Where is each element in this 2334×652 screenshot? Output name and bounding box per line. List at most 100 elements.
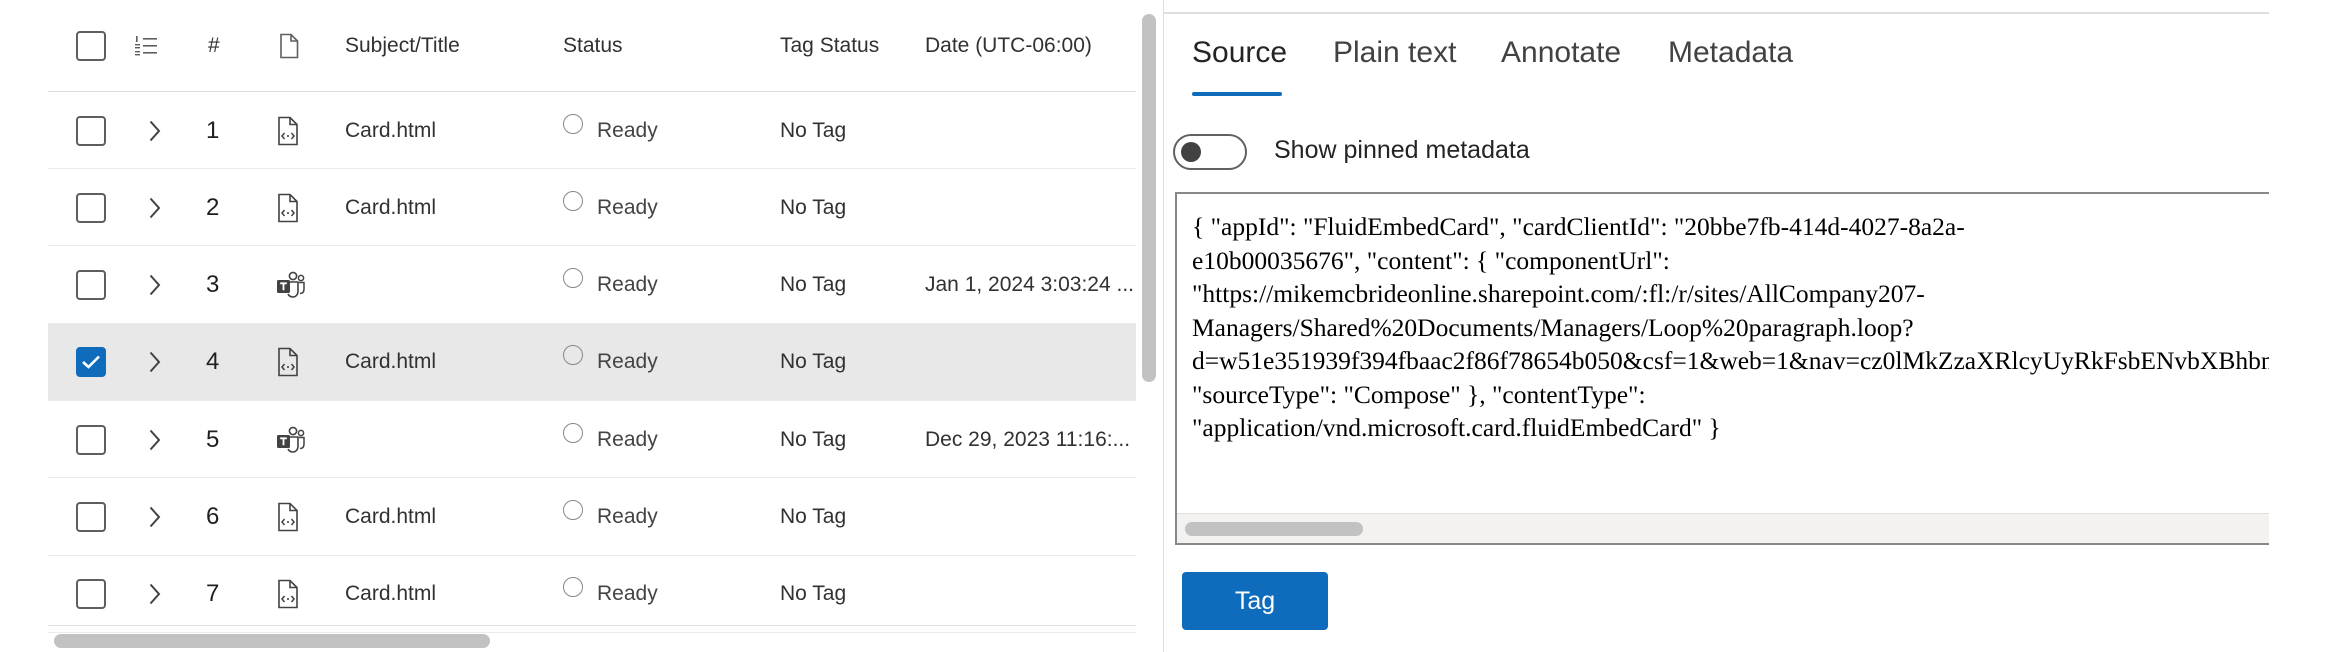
column-header-number[interactable]: # <box>208 0 220 92</box>
row-status-text: Ready <box>597 273 658 297</box>
row-checkbox-cell[interactable] <box>76 247 106 324</box>
tab-plain-text[interactable]: Plain text <box>1333 36 1456 96</box>
chevron-right-icon[interactable] <box>148 401 162 478</box>
table-row[interactable]: 6 Card.html Ready No Tag <box>48 479 1136 556</box>
row-subject: Card.html <box>345 582 437 606</box>
row-status: Ready <box>563 324 658 401</box>
row-checkbox[interactable] <box>76 424 106 455</box>
row-tag-status: No Tag <box>780 350 847 374</box>
document-icon[interactable] <box>278 0 300 92</box>
row-number: 6 <box>206 503 220 530</box>
row-status: Ready <box>563 247 658 324</box>
row-number: 4 <box>206 348 220 376</box>
show-pinned-metadata-label: Show pinned metadata <box>1274 136 1530 164</box>
chevron-right-icon[interactable] <box>148 479 162 556</box>
row-date <box>925 324 1135 401</box>
row-tag-status: No Tag <box>780 582 847 606</box>
chevron-right-icon[interactable] <box>148 247 162 324</box>
source-content: { "appId": "FluidEmbedCard", "cardClient… <box>1192 210 2269 445</box>
tab-metadata[interactable]: Metadata <box>1668 36 1793 96</box>
show-pinned-metadata-toggle[interactable] <box>1173 134 1247 170</box>
row-checkbox[interactable] <box>76 115 106 146</box>
html-file-icon <box>276 169 300 246</box>
select-all-checkbox[interactable] <box>76 31 106 61</box>
row-checkbox-cell[interactable] <box>76 479 106 556</box>
chevron-right-icon[interactable] <box>148 169 162 246</box>
table-row[interactable]: 5 Ready No Tag Dec 29, 2023 11:16:... <box>48 401 1136 479</box>
row-status-text: Ready <box>597 427 658 451</box>
source-line: "application/vnd.microsoft.card.fluidEmb… <box>1192 413 1721 442</box>
row-checkbox[interactable] <box>76 192 106 223</box>
status-circle-icon <box>563 113 583 134</box>
table-row[interactable]: 7 Card.html Ready No Tag <box>48 556 1136 633</box>
row-checkbox[interactable] <box>76 579 106 610</box>
row-date: Dec 29, 2023 11:16:... <box>925 427 1131 451</box>
tab-source[interactable]: Source <box>1192 36 1287 96</box>
list-numbered-icon[interactable] <box>134 0 158 92</box>
row-checkbox[interactable] <box>76 347 106 378</box>
row-tag-status: No Tag <box>780 505 847 528</box>
chevron-right-icon[interactable] <box>148 556 162 633</box>
row-status: Ready <box>563 556 658 633</box>
tag-button[interactable]: Tag <box>1182 572 1328 630</box>
status-circle-icon <box>563 422 583 443</box>
chevron-right-icon[interactable] <box>148 324 162 401</box>
column-header-subject[interactable]: Subject/Title <box>345 0 460 92</box>
row-checkbox-cell[interactable] <box>76 401 106 478</box>
column-header-status[interactable]: Status <box>563 0 623 92</box>
status-circle-icon <box>563 268 583 289</box>
html-file-icon <box>276 556 300 633</box>
html-file-icon <box>276 92 300 169</box>
row-checkbox[interactable] <box>76 502 106 532</box>
html-file-icon <box>276 479 300 556</box>
source-viewer[interactable]: { "appId": "FluidEmbedCard", "cardClient… <box>1175 192 2269 545</box>
html-file-icon <box>276 324 300 401</box>
column-header-date[interactable]: Date (UTC-06:00) <box>925 0 1092 92</box>
row-checkbox-cell[interactable] <box>76 169 106 246</box>
table-row[interactable]: 2 Card.html Ready No Tag <box>48 169 1136 247</box>
column-header-tag-status[interactable]: Tag Status <box>780 0 879 92</box>
row-number: 3 <box>206 271 220 299</box>
source-line: Managers/Shared%20Documents/Managers/Loo… <box>1192 312 1914 342</box>
row-checkbox-cell[interactable] <box>76 556 106 633</box>
email-grid: # Subject/Title Status Tag Status Date (… <box>48 0 1136 652</box>
row-status-text: Ready <box>597 582 658 606</box>
row-tag-status: No Tag <box>780 195 847 219</box>
status-circle-icon <box>563 190 583 211</box>
teams-icon <box>276 247 306 324</box>
row-status-text: Ready <box>597 505 658 528</box>
panel-top-divider <box>1163 12 2269 14</box>
row-status: Ready <box>563 479 658 556</box>
status-circle-icon <box>563 577 583 598</box>
row-checkbox[interactable] <box>76 270 106 301</box>
source-line: e10b00035676", "content": { "componentUr… <box>1192 245 1670 275</box>
row-number: 1 <box>206 116 220 144</box>
row-checkbox-cell[interactable] <box>76 324 106 401</box>
tab-annotate[interactable]: Annotate <box>1501 36 1621 96</box>
row-subject: Card.html <box>345 118 437 142</box>
row-number: 2 <box>206 193 220 221</box>
grid-vertical-scrollbar[interactable] <box>1142 14 1156 382</box>
source-horizontal-scrollbar-thumb[interactable] <box>1185 522 1363 536</box>
row-subject: Card.html <box>345 505 437 528</box>
row-date: Jan 1, 2024 3:03:24 ... <box>925 273 1134 297</box>
row-date <box>925 556 1135 633</box>
source-horizontal-scrollbar[interactable] <box>1177 513 2269 543</box>
grid-horizontal-scrollbar-track[interactable] <box>48 625 1136 651</box>
source-line: d=w51e351939f394fbaac2f86f78654b050&csf=… <box>1192 346 2269 375</box>
row-status: Ready <box>563 92 658 169</box>
teams-icon <box>276 401 306 478</box>
row-status-text: Ready <box>597 195 658 219</box>
table-row[interactable]: 3 Ready No Tag Jan 1, 2024 3:03:24 ... <box>48 247 1136 324</box>
row-checkbox-cell[interactable] <box>76 92 106 169</box>
grid-horizontal-scrollbar-thumb[interactable] <box>54 634 490 648</box>
row-subject <box>345 401 545 478</box>
table-row[interactable]: 1 Card.html Ready No Tag <box>48 92 1136 169</box>
chevron-right-icon[interactable] <box>148 92 162 169</box>
status-circle-icon <box>563 345 583 366</box>
row-subject: Card.html <box>345 195 437 219</box>
active-tab-indicator <box>1192 92 1282 96</box>
status-circle-icon <box>563 500 583 520</box>
table-row[interactable]: 4 Card.html Ready No Tag <box>48 323 1136 401</box>
select-all-checkbox-cell[interactable] <box>76 0 106 92</box>
